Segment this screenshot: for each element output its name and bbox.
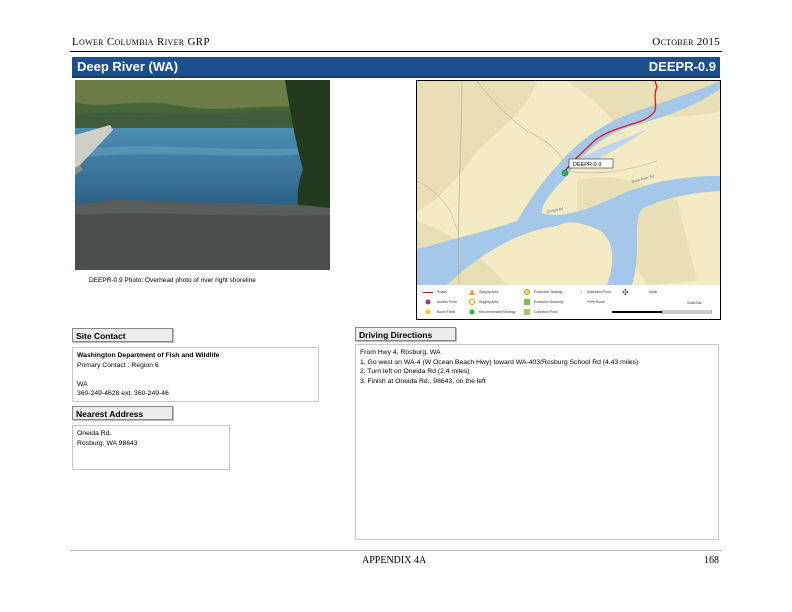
site-photo [75,80,330,270]
footer-rule [70,550,722,551]
site-code: DEEPR-0.9 [648,59,716,74]
address-line2: Rosburg, WA 98643 [77,439,138,447]
map-site-label: DEEPR-0.9 [573,162,601,168]
directions-line: From Hwy 4, Rosburg, WA [360,349,441,356]
site-contact-box: Washington Department of Fish and Wildli… [72,347,319,402]
nearest-address-box: Oneida Rd. Rosburg, WA 98643 [72,425,230,470]
title-bar: Deep River (WA) DEEPR-0.9 [72,57,720,78]
footer-appendix: APPENDIX 4A [362,555,427,566]
contact-state: WA [77,380,88,388]
contact-org: Washington Department of Fish and Wildli… [77,352,220,359]
directions-line: 2. Turn left on Oneida Rd (2.4 miles) [360,368,470,375]
directions-line: 1. Go west on WA-4 (W Ocean Beach Hwy) t… [360,358,639,366]
site-name: Deep River (WA) [77,59,179,74]
contact-primary: Primary Contact : Region 6 [77,361,159,369]
address-line1: Oneida Rd. [77,430,112,437]
driving-directions-heading: Driving Directions [355,327,456,341]
driving-directions-box: From Hwy 4, Rosburg, WA 1. Go west on WA… [355,344,719,540]
site-contact-heading: Site Contact [72,328,173,342]
map-legend: Roads Access Point Boom Fixed Staging Ar… [417,285,720,319]
header-left: Lower Columbia River GRP [72,36,210,48]
photo-caption: DEEPR-0.9 Photo: Overhead photo of river… [89,277,256,284]
header-right: October 2015 [652,36,720,48]
nearest-address-heading: Nearest Address [72,406,173,420]
contact-phone: 360-249-4628 ext. 360-249-46 [77,390,169,397]
site-map: DEEPR-0.9 Oneida Rd Deep River Rd Roads … [416,80,721,320]
north-arrow-icon: ✣ [622,288,629,297]
header-rule [70,51,722,52]
directions-line: 3. Finish at Oneida Rd., 98643, on the l… [360,377,486,385]
page-number: 168 [704,555,719,566]
